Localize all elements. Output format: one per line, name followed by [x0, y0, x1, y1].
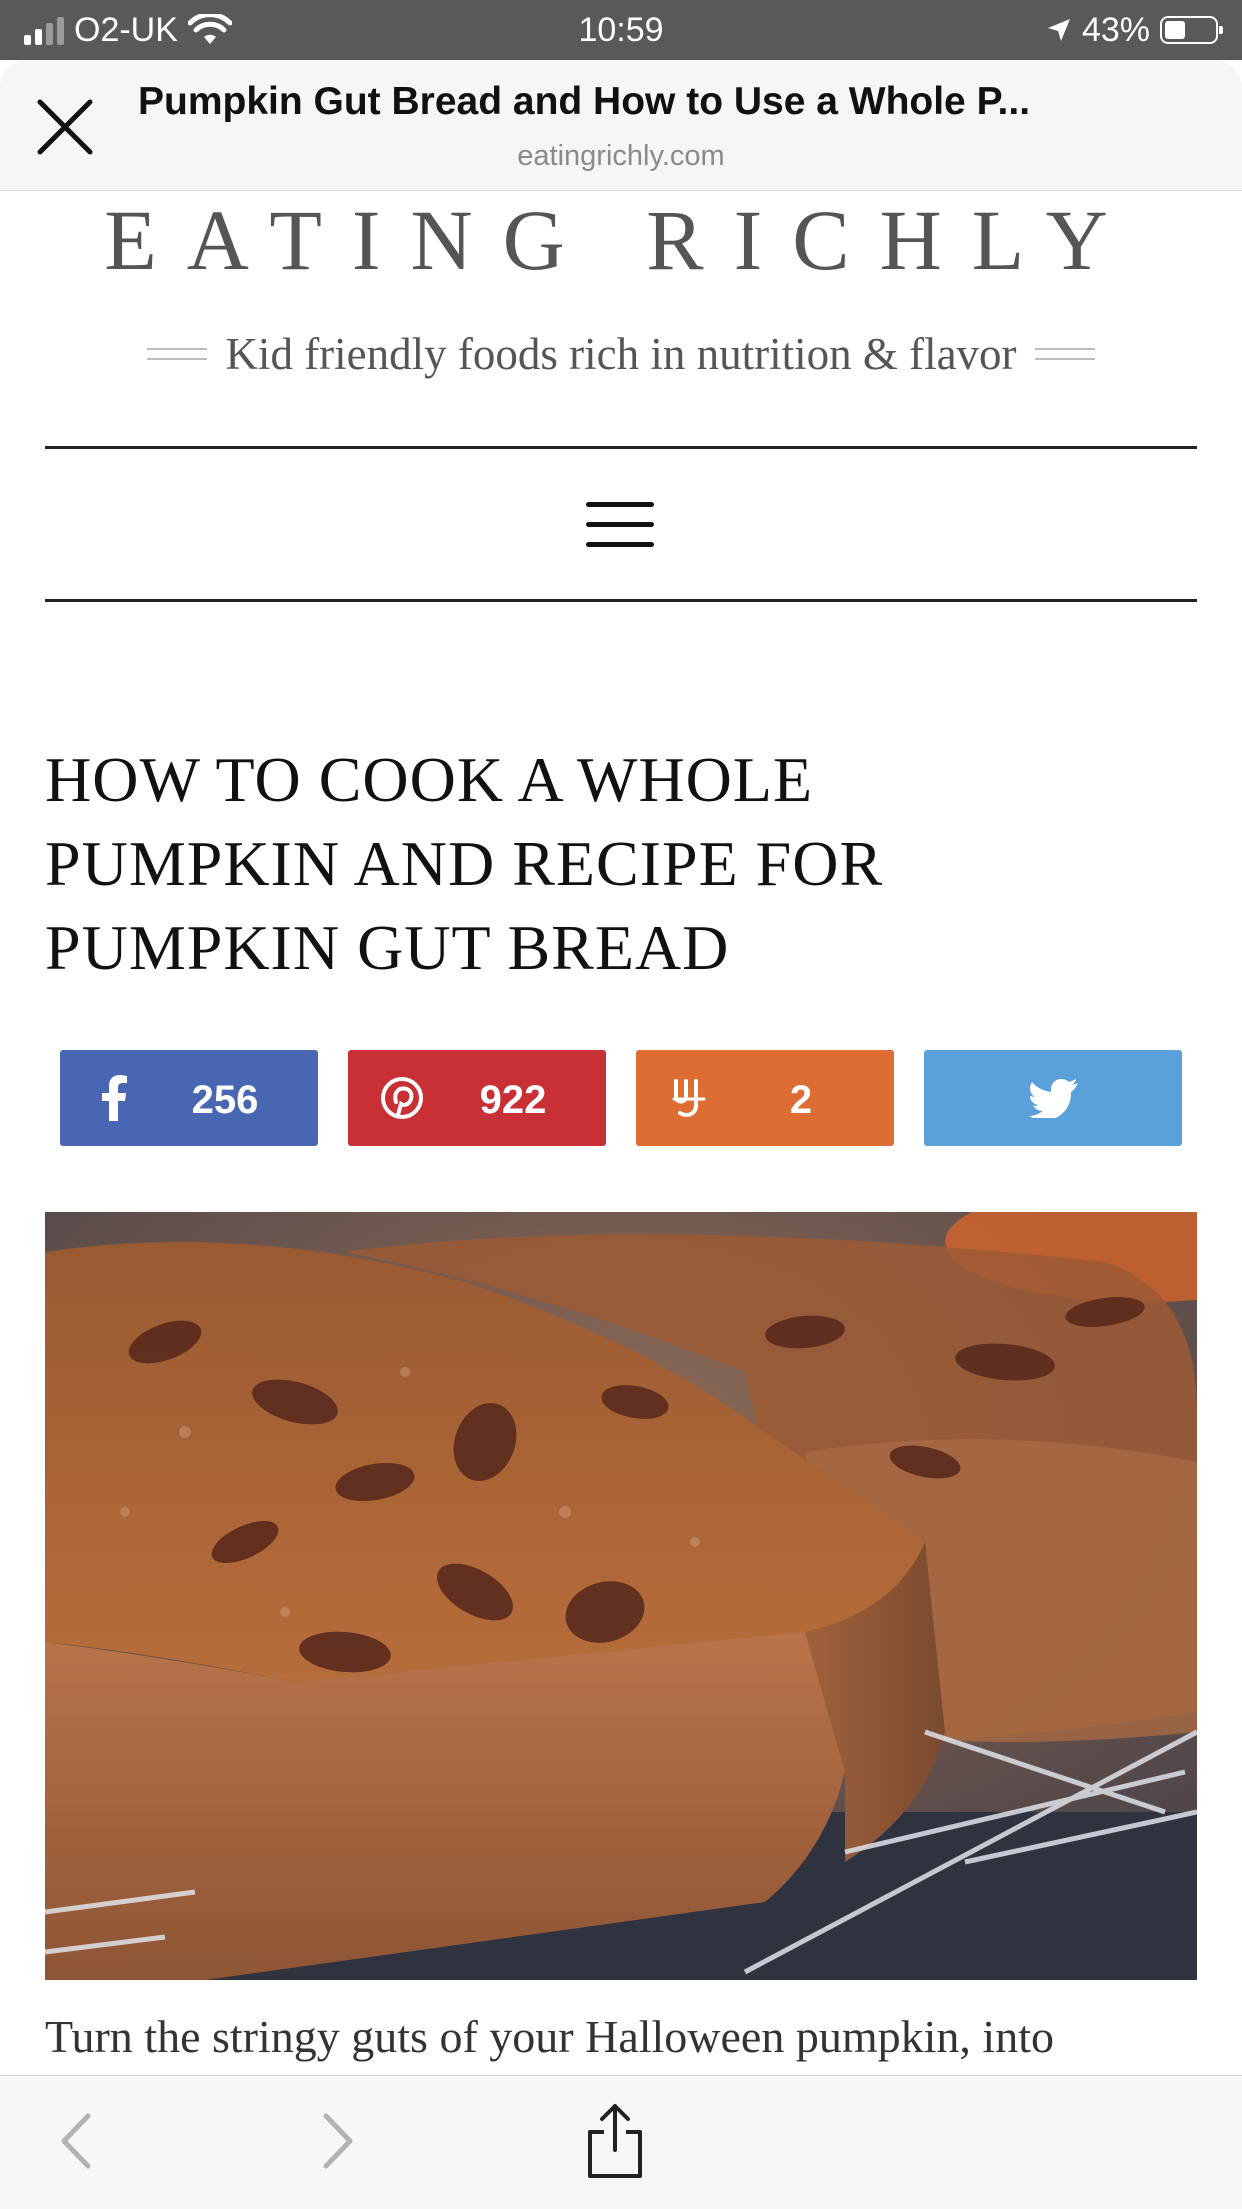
- back-button[interactable]: [44, 2106, 114, 2176]
- browser-toolbar: [0, 2075, 1242, 2209]
- heading-line: HOW TO COOK A WHOLE: [45, 744, 814, 815]
- page-domain: eatingrichly.com: [517, 140, 725, 172]
- menu-line: [586, 542, 654, 547]
- page-title[interactable]: Pumpkin Gut Bread and How to Use a Whole…: [138, 80, 1198, 124]
- nav-divider-top: [45, 446, 1197, 449]
- heading-line: PUMPKIN AND RECIPE FOR: [45, 828, 884, 899]
- twitter-icon: [1029, 1068, 1079, 1128]
- hamburger-menu-button[interactable]: [586, 502, 656, 548]
- facebook-icon: [92, 1068, 136, 1128]
- location-arrow-icon: [1047, 19, 1070, 41]
- tagline-ornament-right: [1034, 348, 1095, 360]
- site-tagline: Kid friendly foods rich in nutrition & f…: [0, 328, 1242, 380]
- chevron-right-icon: [323, 2113, 353, 2169]
- menu-line: [586, 522, 654, 527]
- battery-percent: 43%: [1081, 10, 1150, 49]
- menu-line: [586, 502, 654, 507]
- share-button[interactable]: [580, 2100, 650, 2180]
- share-buttons: 256 922 2: [60, 1050, 1182, 1146]
- twitter-share-button[interactable]: [924, 1050, 1182, 1146]
- yummly-share-button[interactable]: 2: [636, 1050, 894, 1146]
- battery-level: [1165, 21, 1185, 39]
- status-right: 43%: [1046, 8, 1223, 52]
- pinterest-icon: [380, 1068, 424, 1128]
- yummly-share-count: 2: [789, 1078, 813, 1122]
- site-title[interactable]: EATING RICHLY: [0, 190, 1242, 290]
- facebook-share-count: 256: [191, 1078, 259, 1122]
- battery-icon: [1160, 16, 1223, 44]
- chevron-left-icon: [61, 2113, 91, 2169]
- yummly-icon: [668, 1068, 712, 1128]
- nav-divider-bottom: [45, 599, 1197, 602]
- share-icon: [588, 2104, 642, 2178]
- pumpkin-bread-photo: [45, 1212, 1197, 1980]
- browser-header: Pumpkin Gut Bread and How to Use a Whole…: [0, 60, 1242, 191]
- article-hero-image[interactable]: [45, 1212, 1197, 1980]
- status-bar: O2-UK 10:59 43%: [0, 0, 1242, 60]
- pinterest-share-count: 922: [479, 1078, 547, 1122]
- pinterest-share-button[interactable]: 922: [348, 1050, 606, 1146]
- heading-line: PUMPKIN GUT BREAD: [45, 912, 730, 983]
- tagline-text: Kid friendly foods rich in nutrition & f…: [225, 329, 1017, 379]
- facebook-share-button[interactable]: 256: [60, 1050, 318, 1146]
- article-heading: HOW TO COOK A WHOLE PUMPKIN AND RECIPE F…: [45, 738, 1195, 990]
- forward-button[interactable]: [300, 2106, 370, 2176]
- tagline-ornament-left: [147, 348, 208, 360]
- article-intro-text: Turn the stringy guts of your Halloween …: [45, 2011, 1054, 2062]
